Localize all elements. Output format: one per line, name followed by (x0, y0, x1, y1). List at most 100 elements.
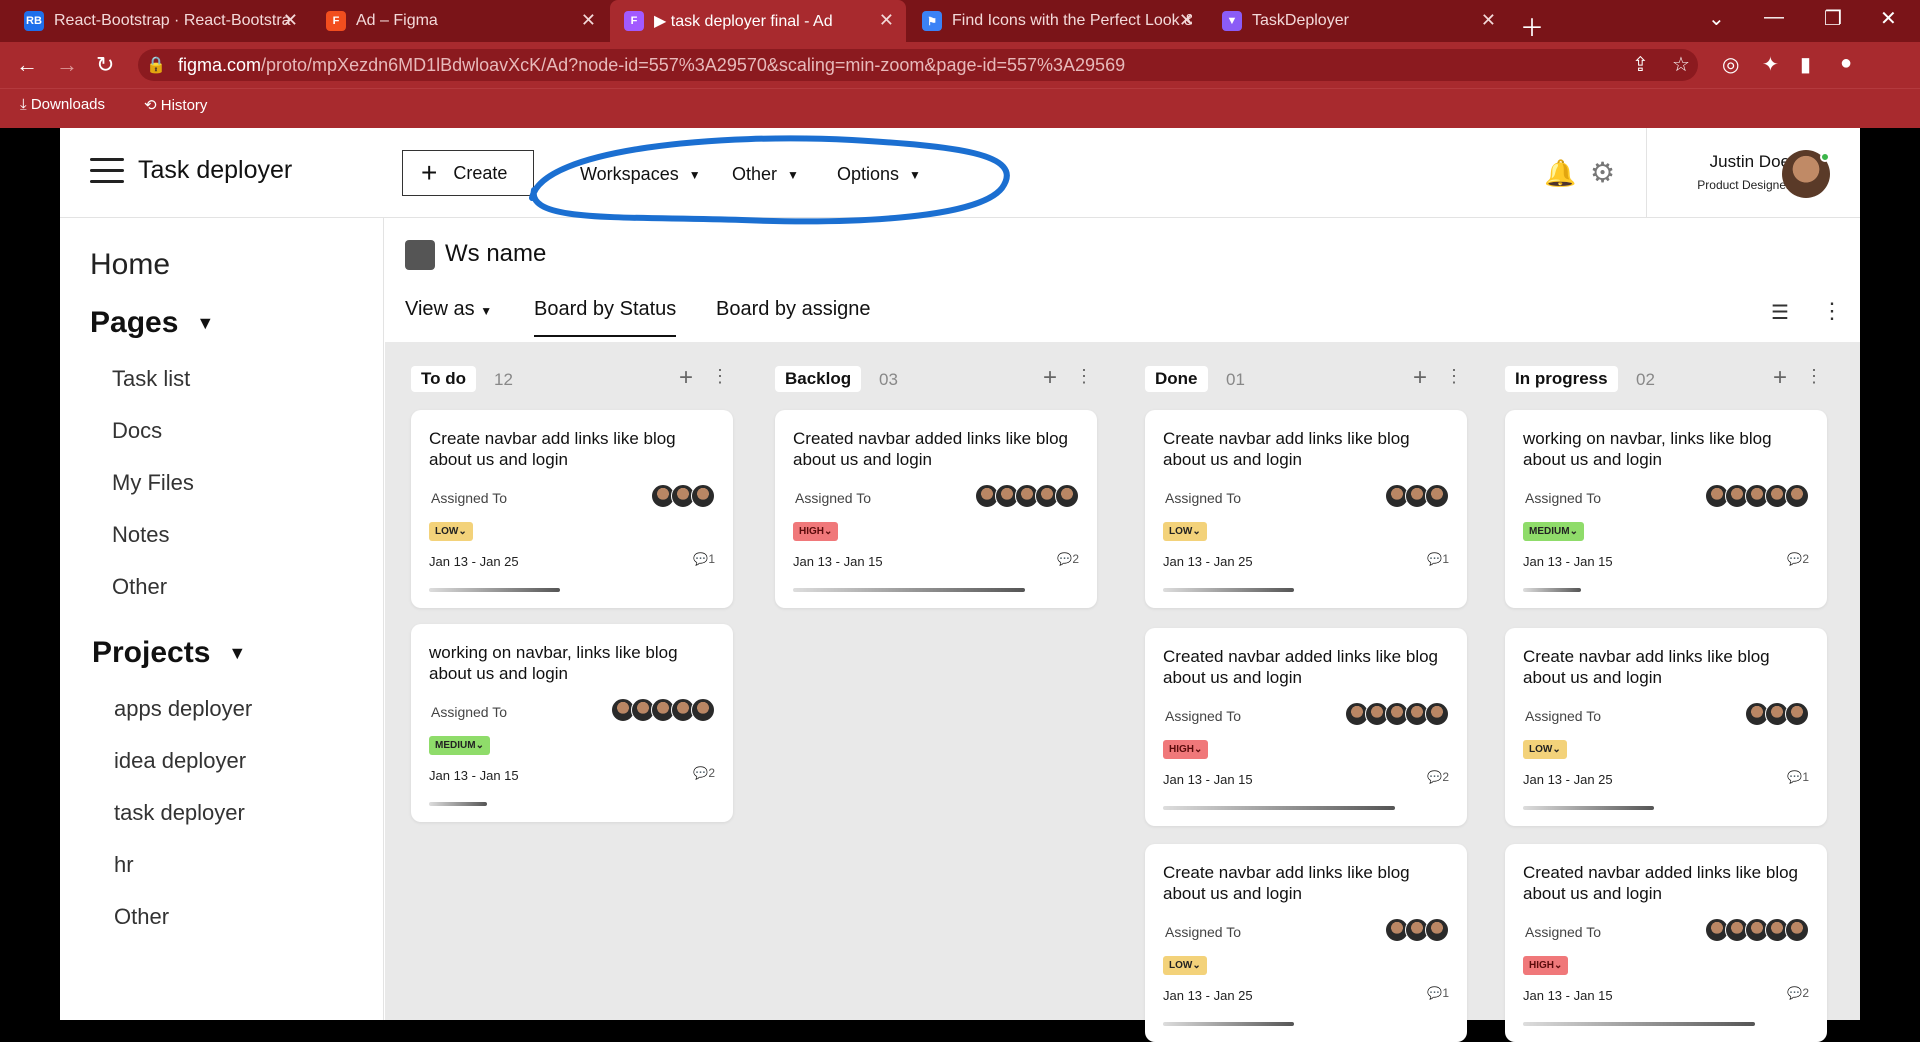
chevron-down-icon: ⌄ (1552, 744, 1561, 755)
sidebar-item-task-deployer[interactable]: task deployer (114, 800, 245, 826)
sidebar-item-idea-deployer[interactable]: idea deployer (114, 748, 246, 774)
task-card[interactable]: Created navbar added links like blog abo… (1145, 628, 1467, 826)
close-tab-icon[interactable]: ✕ (283, 10, 298, 31)
priority-badge[interactable]: LOW⌄ (1163, 522, 1207, 541)
task-card[interactable]: Created navbar added links like blog abo… (1505, 844, 1827, 1042)
sidebar-item-apps-deployer[interactable]: apps deployer (114, 696, 252, 722)
priority-badge[interactable]: MEDIUM⌄ (429, 736, 490, 755)
close-tab-icon[interactable]: ✕ (879, 10, 894, 31)
assignee-avatars[interactable] (651, 484, 715, 508)
comment-count[interactable]: 💬1 (693, 552, 715, 566)
priority-badge[interactable]: HIGH⌄ (1523, 956, 1569, 975)
card-title: Create navbar add links like blog about … (429, 429, 676, 469)
new-tab-button[interactable]: ＋ (1520, 8, 1544, 43)
column-more-icon[interactable]: ⋮ (1445, 366, 1463, 387)
priority-badge[interactable]: HIGH⌄ (793, 522, 839, 541)
sidebar-item-docs[interactable]: Docs (112, 418, 162, 444)
assignee-avatars[interactable] (1745, 702, 1809, 726)
task-card[interactable]: working on navbar, links like blog about… (1505, 410, 1827, 608)
close-window-icon[interactable]: ✕ (1880, 6, 1897, 31)
card-title: Created navbar added links like blog abo… (1163, 647, 1439, 687)
priority-badge[interactable]: LOW⌄ (429, 522, 473, 541)
puzzle-icon[interactable]: ✦ (1762, 52, 1779, 77)
sidebar-item-my-files[interactable]: My Files (112, 470, 194, 496)
close-tab-icon[interactable]: ✕ (1179, 10, 1194, 31)
comment-count[interactable]: 💬2 (1787, 986, 1809, 1000)
comment-count[interactable]: 💬2 (1057, 552, 1079, 566)
assignee-avatars[interactable] (1705, 918, 1809, 942)
sidebar-item-hr[interactable]: hr (114, 852, 134, 878)
back-icon[interactable]: ← (16, 52, 38, 78)
comment-count[interactable]: 💬2 (1427, 770, 1449, 784)
bookmark-history[interactable]: ⟲ History (144, 96, 207, 114)
hamburger-menu-icon[interactable] (90, 158, 124, 184)
bookmark-downloads[interactable]: ⤓ Downloads (20, 96, 105, 113)
create-button[interactable]: + Create (402, 150, 534, 196)
browser-tab[interactable]: ⚑ Find Icons with the Perfect Look & ✕ (908, 0, 1206, 42)
more-options-icon[interactable]: ⋮ (1821, 298, 1843, 324)
sidebar-item-task-list[interactable]: Task list (112, 366, 190, 392)
task-card[interactable]: Create navbar add links like blog about … (411, 410, 733, 608)
task-card[interactable]: Create navbar add links like blog about … (1145, 410, 1467, 608)
add-card-icon[interactable]: + (1043, 364, 1057, 392)
progress-bar (1163, 588, 1294, 592)
share-icon[interactable]: ⇪ (1632, 52, 1649, 77)
minimize-icon[interactable]: — (1764, 6, 1784, 29)
user-role: Product Designer (1697, 178, 1790, 192)
tab-board-by-status[interactable]: Board by Status (534, 298, 677, 337)
priority-badge[interactable]: LOW⌄ (1163, 956, 1207, 975)
add-card-icon[interactable]: + (1773, 364, 1787, 392)
forward-icon[interactable]: → (56, 52, 78, 78)
view-as-dropdown[interactable]: View as ▼ (405, 298, 492, 321)
browser-tab[interactable]: ▼ TaskDeployer ✕ (1208, 0, 1508, 42)
close-tab-icon[interactable]: ✕ (1481, 10, 1496, 31)
task-card[interactable]: Create navbar add links like blog about … (1505, 628, 1827, 826)
assignee-avatars[interactable] (975, 484, 1079, 508)
extension-icon[interactable]: ◎ (1722, 52, 1739, 77)
sidebar-projects-header[interactable]: Projects ▼ (92, 636, 246, 670)
comment-count[interactable]: 💬1 (1427, 986, 1449, 1000)
restore-icon[interactable]: ❐ (1824, 6, 1842, 31)
bell-icon[interactable]: 🔔 (1544, 158, 1576, 189)
assignee-avatars[interactable] (611, 698, 715, 722)
sidebar-item-other[interactable]: Other (112, 574, 167, 600)
browser-tab[interactable]: F Ad – Figma ✕ (312, 0, 608, 42)
assignee-avatars[interactable] (1345, 702, 1449, 726)
sidebar-home[interactable]: Home (90, 248, 170, 282)
comment-count[interactable]: 💬1 (1787, 770, 1809, 784)
sidebar-item-other-project[interactable]: Other (114, 904, 169, 930)
browser-tab[interactable]: RB React-Bootstrap · React-Bootstra ✕ (10, 0, 310, 42)
sidebar-item-notes[interactable]: Notes (112, 522, 169, 548)
browser-tab[interactable]: F ▶ task deployer final - Ad ✕ (610, 0, 906, 42)
priority-badge[interactable]: HIGH⌄ (1163, 740, 1209, 759)
url-text[interactable]: figma.com/proto/mpXezdn6MD1lBdwloavXcK/A… (178, 55, 1125, 76)
reload-icon[interactable]: ↻ (96, 52, 114, 78)
progress-bar (429, 802, 487, 806)
sidebar-pages-header[interactable]: Pages ▼ (90, 306, 214, 340)
assignee-avatars[interactable] (1705, 484, 1809, 508)
card-dates: Jan 13 - Jan 25 (1163, 988, 1253, 1003)
column-more-icon[interactable]: ⋮ (1805, 366, 1823, 387)
tab-search-icon[interactable]: ⌄ (1708, 6, 1725, 31)
add-card-icon[interactable]: + (1413, 364, 1427, 392)
column-more-icon[interactable]: ⋮ (711, 366, 729, 387)
comment-count[interactable]: 💬2 (1787, 552, 1809, 566)
priority-badge[interactable]: MEDIUM⌄ (1523, 522, 1584, 541)
progress-bar (1523, 806, 1654, 810)
task-card[interactable]: Created navbar added links like blog abo… (775, 410, 1097, 608)
bookmark-star-icon[interactable]: ☆ (1672, 52, 1690, 77)
assignee-avatars[interactable] (1385, 484, 1449, 508)
comment-count[interactable]: 💬2 (693, 766, 715, 780)
priority-badge[interactable]: LOW⌄ (1523, 740, 1567, 759)
sidepanel-icon[interactable]: ▮ (1800, 52, 1811, 77)
filter-icon[interactable]: ☰ (1771, 300, 1789, 325)
task-card[interactable]: working on navbar, links like blog about… (411, 624, 733, 822)
tab-board-by-assignee[interactable]: Board by assigne (716, 298, 871, 321)
close-tab-icon[interactable]: ✕ (581, 10, 596, 31)
comment-count[interactable]: 💬1 (1427, 552, 1449, 566)
assignee-avatars[interactable] (1385, 918, 1449, 942)
add-card-icon[interactable]: + (679, 364, 693, 392)
profile-avatar-icon[interactable]: ● (1840, 52, 1852, 75)
task-card[interactable]: Create navbar add links like blog about … (1145, 844, 1467, 1042)
column-more-icon[interactable]: ⋮ (1075, 366, 1093, 387)
